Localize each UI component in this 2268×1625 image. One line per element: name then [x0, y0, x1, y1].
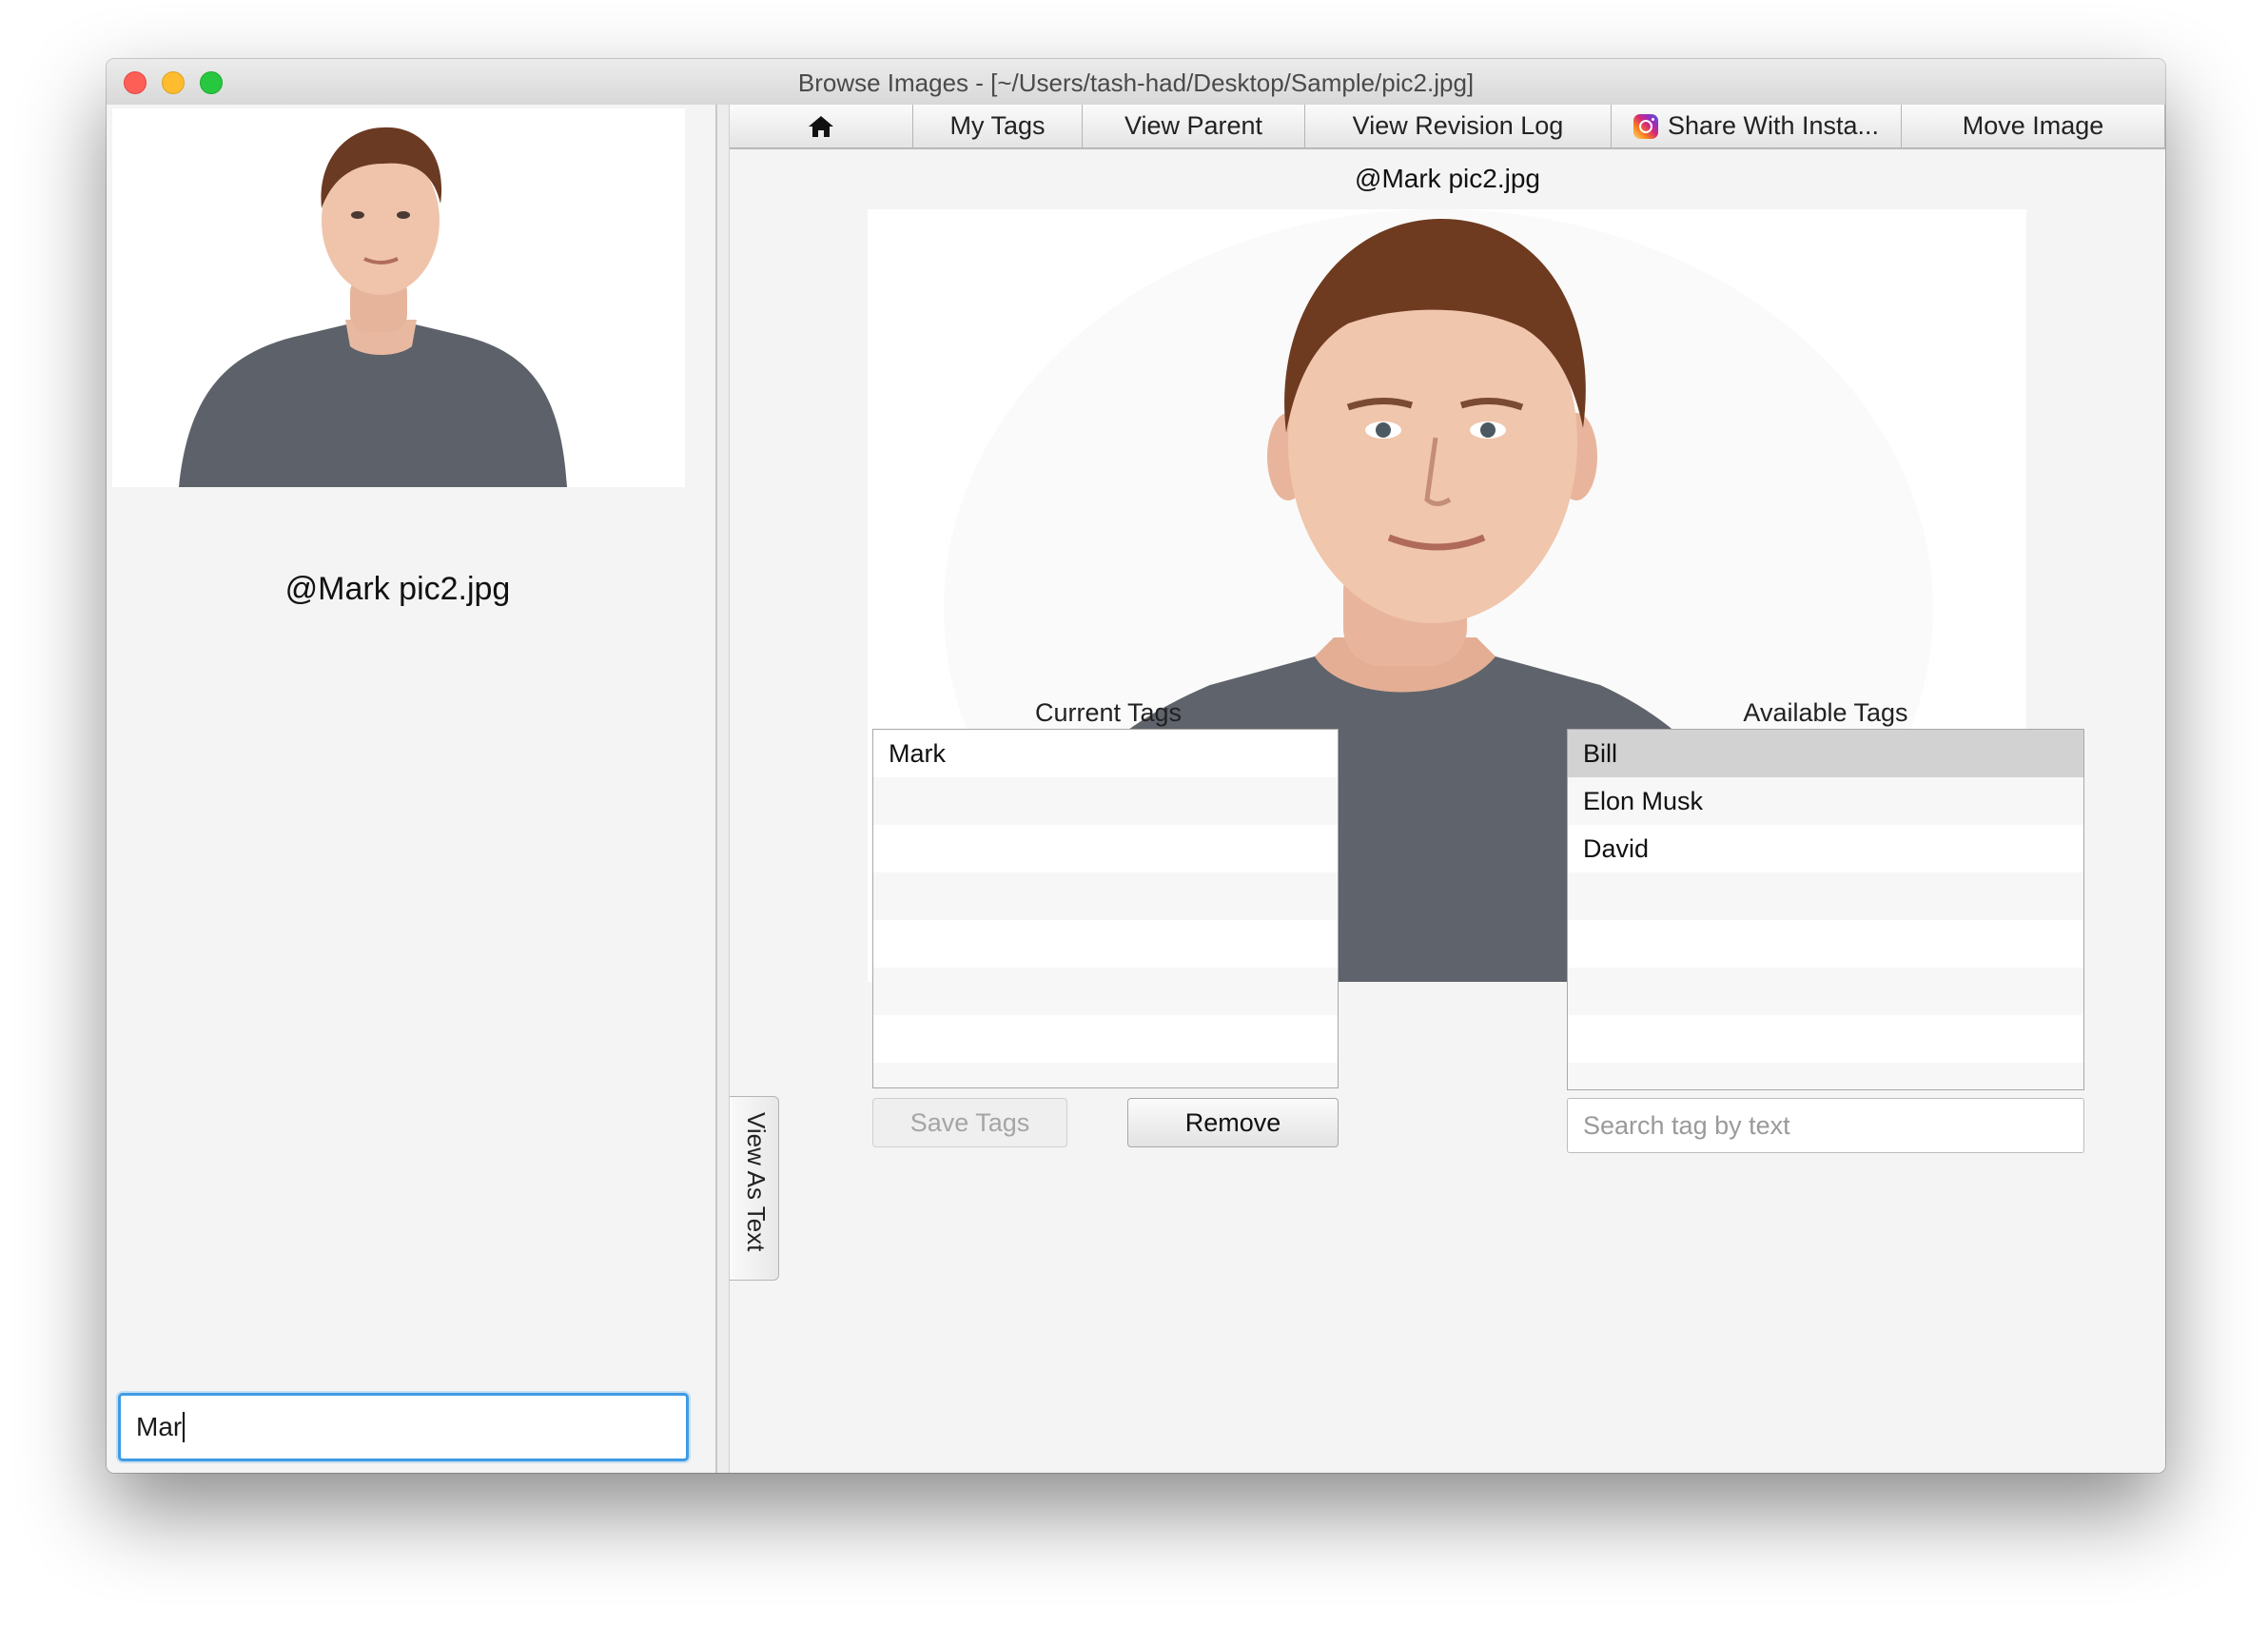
instagram-icon	[1633, 113, 1658, 139]
window-title: Browse Images - [~/Users/tash-had/Deskto…	[797, 69, 1475, 97]
home-icon	[809, 115, 833, 137]
my-tags-button[interactable]: My Tags	[913, 105, 1083, 148]
empty-row	[873, 1015, 1338, 1063]
split-pane-divider[interactable]	[717, 105, 730, 1473]
image-thumbnail[interactable]	[112, 108, 685, 487]
move-image-button[interactable]: Move Image	[1902, 105, 2165, 148]
view-revision-log-button[interactable]: View Revision Log	[1305, 105, 1612, 148]
view-as-text-label: View As Text	[742, 1112, 771, 1252]
available-tag-item[interactable]: David	[1568, 825, 2083, 872]
empty-row	[1568, 1015, 2083, 1063]
empty-row	[873, 968, 1338, 1015]
available-tags-list[interactable]: Bill Elon Musk David	[1567, 729, 2084, 1090]
toolbar: My Tags View Parent View Revision Log Sh…	[730, 105, 2165, 149]
thumbnail-caption[interactable]: @Mark pic2.jpg	[107, 571, 689, 608]
image-list-pane: @Mark pic2.jpg Mar	[107, 105, 717, 1473]
remove-tag-button[interactable]: Remove	[1127, 1098, 1339, 1147]
current-tags-header: Current Tags	[1034, 698, 1183, 727]
image-filter-input[interactable]: Mar	[118, 1393, 689, 1461]
empty-row	[1568, 872, 2083, 920]
tag-search-input[interactable]	[1567, 1098, 2084, 1153]
image-caption: @Mark pic2.jpg	[1355, 164, 1540, 193]
current-tags-list[interactable]: Mark	[872, 729, 1339, 1088]
current-tag-item[interactable]: Mark	[873, 730, 1338, 777]
text-caret	[183, 1412, 186, 1442]
available-tag-item[interactable]: Bill	[1568, 730, 2083, 777]
empty-row	[1568, 968, 2083, 1015]
home-button[interactable]	[730, 105, 913, 148]
share-instagram-button[interactable]: Share With Insta...	[1612, 105, 1902, 148]
empty-row	[873, 872, 1338, 920]
empty-row	[1568, 920, 2083, 968]
portrait-thumbnail-image	[112, 108, 685, 487]
image-viewer-pane: My Tags View Parent View Revision Log Sh…	[730, 105, 2165, 1473]
view-as-text-tab[interactable]: View As Text	[730, 1096, 779, 1281]
share-button-label: Share With Insta...	[1667, 111, 1880, 140]
empty-row	[873, 920, 1338, 968]
empty-row	[1568, 1063, 2083, 1089]
empty-row	[873, 1063, 1338, 1087]
view-parent-button[interactable]: View Parent	[1083, 105, 1305, 148]
save-tags-button[interactable]: Save Tags	[872, 1098, 1067, 1147]
empty-row	[873, 825, 1338, 872]
filter-input-value: Mar	[136, 1412, 183, 1441]
available-tags-header: Available Tags	[1743, 698, 1908, 727]
browse-images-window: Browse Images - [~/Users/tash-had/Deskto…	[107, 59, 2165, 1473]
title-bar: Browse Images - [~/Users/tash-had/Deskto…	[107, 59, 2165, 106]
available-tag-item[interactable]: Elon Musk	[1568, 777, 2083, 825]
empty-row	[873, 777, 1338, 825]
